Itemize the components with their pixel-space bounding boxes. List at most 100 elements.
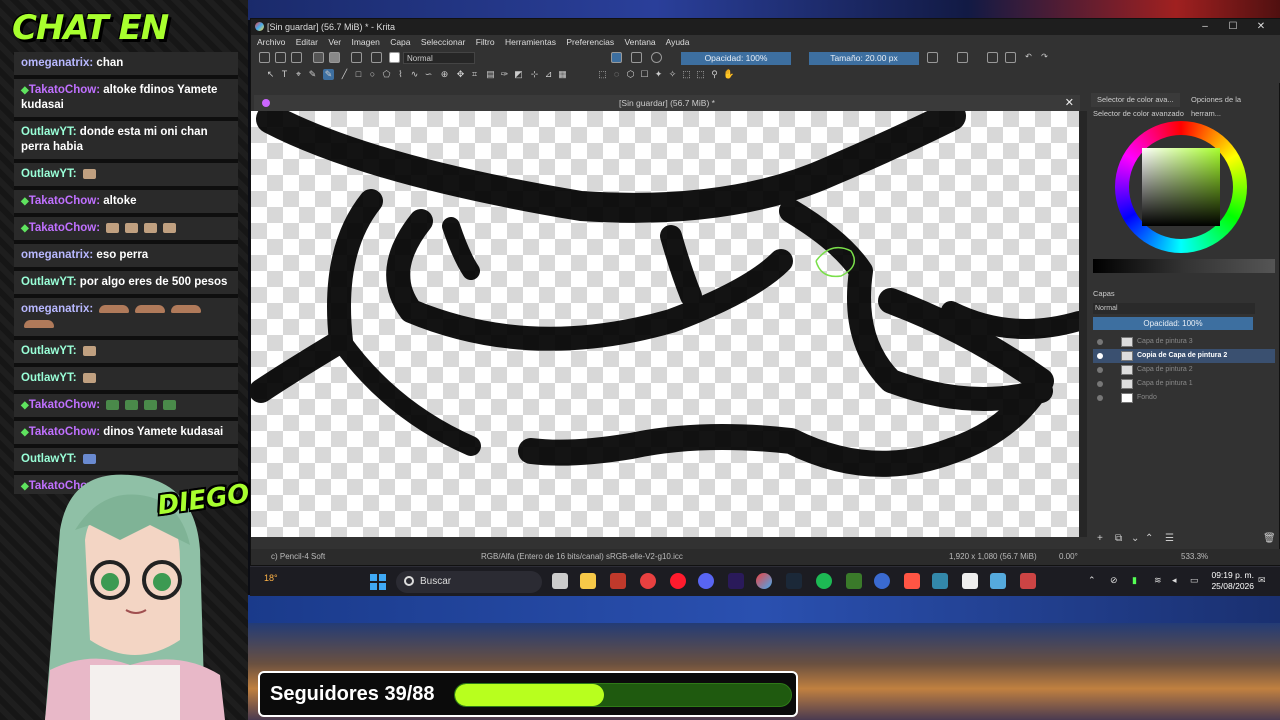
select-shape-icon[interactable]: ↖ — [265, 69, 276, 80]
task-view-icon[interactable] — [552, 573, 568, 589]
layers-blend-select[interactable]: Normal — [1093, 303, 1255, 314]
menu-ayuda[interactable]: Ayuda — [666, 37, 690, 47]
magnetic-select-icon[interactable]: ⬚ — [695, 69, 706, 80]
app-icon[interactable] — [1020, 573, 1036, 589]
color-picker-icon[interactable]: ✑ — [499, 69, 510, 80]
text-tool-icon[interactable]: T — [279, 69, 290, 80]
minimize-button[interactable]: – — [1191, 19, 1219, 35]
document-tab[interactable]: [Sin guardar] (56.7 MiB) * ✕ — [254, 95, 1080, 111]
redo-icon[interactable]: ↷ — [1039, 52, 1050, 63]
drawing-canvas[interactable] — [251, 111, 1079, 537]
bezier-select-icon[interactable]: ⬚ — [681, 69, 692, 80]
pan-tool-icon[interactable]: ✋ — [723, 69, 734, 80]
transform-tool-icon[interactable]: ⊕ — [439, 69, 450, 80]
file-explorer-icon[interactable] — [580, 573, 596, 589]
app-icon[interactable] — [904, 573, 920, 589]
premiere-icon[interactable] — [728, 573, 744, 589]
volume-icon[interactable]: ◂ — [1172, 575, 1183, 586]
line-tool-icon[interactable]: ╱ — [339, 69, 350, 80]
tray-overflow-icon[interactable]: ⌃ — [1088, 575, 1099, 586]
opera-icon[interactable] — [670, 573, 686, 589]
canvas-scrollbar[interactable] — [1079, 111, 1087, 537]
weather-widget[interactable]: 18° — [264, 573, 282, 587]
similar-select-icon[interactable]: ✧ — [667, 69, 678, 80]
size-slider[interactable]: Tamaño: 20.00 px — [809, 52, 919, 65]
menu-imagen[interactable]: Imagen — [351, 37, 379, 47]
microphone-icon[interactable]: ▮ — [1132, 575, 1143, 586]
brush-presets-icon[interactable] — [351, 52, 362, 63]
assistant-tool-icon[interactable]: ⊹ — [529, 69, 540, 80]
gradient-tool-icon[interactable]: ▤ — [485, 69, 496, 80]
menu-preferencias[interactable]: Preferencias — [566, 37, 614, 47]
pattern-icon[interactable] — [329, 52, 340, 63]
polygon-tool-icon[interactable]: ⬠ — [381, 69, 392, 80]
menu-seleccionar[interactable]: Seleccionar — [421, 37, 465, 47]
mirror-horizontal-icon[interactable] — [927, 52, 938, 63]
visibility-eye-icon[interactable] — [1097, 339, 1103, 345]
measure-tool-icon[interactable]: ⊿ — [543, 69, 554, 80]
visibility-eye-icon[interactable] — [1097, 353, 1103, 359]
spotify-icon[interactable] — [816, 573, 832, 589]
layer-row[interactable]: Capa de pintura 3 — [1093, 335, 1275, 349]
visibility-eye-icon[interactable] — [1097, 367, 1103, 373]
menu-archivo[interactable]: Archivo — [257, 37, 285, 47]
start-button[interactable] — [370, 574, 386, 590]
app-icon[interactable] — [932, 573, 948, 589]
bezier-tool-icon[interactable]: ∿ — [409, 69, 420, 80]
workspace-icon[interactable] — [1005, 52, 1016, 63]
contiguous-select-icon[interactable]: ✦ — [653, 69, 664, 80]
reload-icon[interactable] — [651, 52, 662, 63]
freehand-select-icon[interactable]: ☐ — [639, 69, 650, 80]
visibility-eye-icon[interactable] — [1097, 395, 1103, 401]
opacity-slider[interactable]: Opacidad: 100% — [681, 52, 791, 65]
obs-icon[interactable] — [874, 573, 890, 589]
polygon-select-icon[interactable]: ⬡ — [625, 69, 636, 80]
ellipse-select-icon[interactable]: ◌ — [611, 69, 622, 80]
app-icon[interactable] — [610, 573, 626, 589]
notification-icon[interactable]: ✉ — [1258, 575, 1269, 586]
tray-icon[interactable]: ⊘ — [1110, 575, 1121, 586]
menu-ventana[interactable]: Ventana — [624, 37, 655, 47]
blend-mode-select[interactable]: Normal — [403, 52, 475, 64]
taskbar-search[interactable]: Buscar — [396, 571, 542, 593]
wrap-around-icon[interactable] — [987, 52, 998, 63]
app-icon[interactable] — [962, 573, 978, 589]
edit-shape-icon[interactable]: ⌖ — [293, 69, 304, 80]
maximize-button[interactable]: ☐ — [1219, 19, 1247, 35]
calligraphy-icon[interactable]: ✎ — [307, 69, 318, 80]
app-icon[interactable] — [990, 573, 1006, 589]
krita-taskbar-icon[interactable] — [756, 573, 772, 589]
wifi-icon[interactable]: ≋ — [1154, 575, 1165, 586]
reference-tool-icon[interactable]: ▦ — [557, 69, 568, 80]
duplicate-layer-icon[interactable]: ⧉ — [1115, 533, 1122, 544]
menu-editar[interactable]: Editar — [296, 37, 318, 47]
menu-ver[interactable]: Ver — [328, 37, 341, 47]
new-document-icon[interactable] — [259, 52, 270, 63]
steam-icon[interactable] — [786, 573, 802, 589]
close-button[interactable]: ✕ — [1247, 19, 1275, 35]
brush-editor-icon[interactable] — [371, 52, 382, 63]
rectangle-tool-icon[interactable]: □ — [353, 69, 364, 80]
brush-preview-icon[interactable] — [389, 52, 400, 63]
ellipse-tool-icon[interactable]: ○ — [367, 69, 378, 80]
zoom-tool-icon[interactable]: ⚲ — [709, 69, 720, 80]
move-up-icon[interactable]: ⌃ — [1145, 533, 1153, 544]
move-down-icon[interactable]: ⌄ — [1131, 533, 1139, 544]
layer-row-selected[interactable]: Copia de Capa de pintura 2 — [1093, 349, 1275, 363]
freehand-path-icon[interactable]: ∽ — [423, 69, 434, 80]
undo-icon[interactable]: ↶ — [1023, 52, 1034, 63]
color-square[interactable] — [1142, 148, 1220, 226]
app-icon[interactable] — [640, 573, 656, 589]
menu-capa[interactable]: Capa — [390, 37, 410, 47]
color-history-strip[interactable] — [1093, 259, 1275, 273]
minecraft-icon[interactable] — [846, 573, 862, 589]
alpha-lock-icon[interactable] — [631, 52, 642, 63]
close-document-icon[interactable]: ✕ — [1065, 95, 1074, 111]
menu-herramientas[interactable]: Herramientas — [505, 37, 556, 47]
taskbar-clock[interactable]: 09:19 p. m. 25/08/2026 — [1211, 570, 1254, 592]
tab-tool-options[interactable]: Opciones de la herram... — [1185, 93, 1279, 118]
discord-icon[interactable] — [698, 573, 714, 589]
rect-select-icon[interactable]: ⬚ — [597, 69, 608, 80]
crop-tool-icon[interactable]: ⌗ — [469, 69, 480, 80]
delete-layer-icon[interactable]: 🗑 — [1263, 533, 1276, 544]
